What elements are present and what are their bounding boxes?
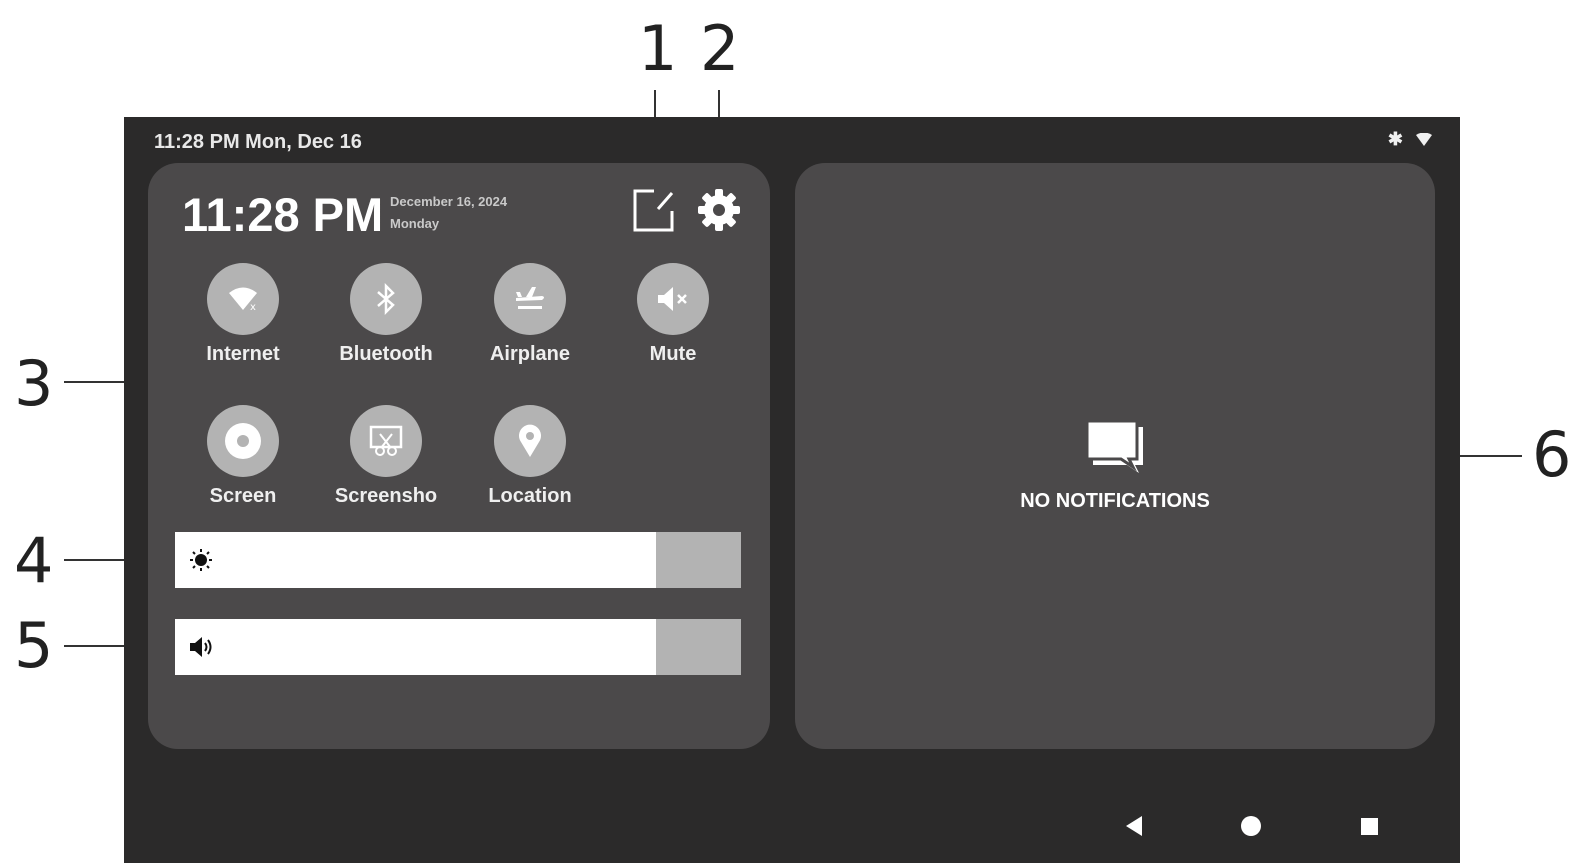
volume-icon [190, 637, 212, 657]
location-icon [519, 424, 541, 457]
location-tile-button[interactable] [494, 405, 566, 477]
screenshot-icon [369, 425, 403, 456]
status-bar-time-date: 11:28 PM Mon, Dec 16 [154, 131, 362, 153]
bluetooth-tile-button[interactable] [350, 263, 422, 335]
notification-bubble-icon [1085, 419, 1143, 473]
home-icon[interactable] [1236, 811, 1266, 841]
callout-6: 6 [1532, 418, 1572, 491]
edit-icon[interactable] [632, 187, 676, 233]
tile-bluetooth[interactable]: Bluetooth [316, 263, 456, 366]
svg-text:x: x [250, 302, 256, 312]
bluetooth-icon [377, 283, 395, 315]
callout-3: 3 [14, 347, 54, 420]
status-bar-icons: ✱ [1388, 129, 1432, 150]
screenshot-tile-button[interactable] [350, 405, 422, 477]
callout-2: 2 [700, 12, 740, 85]
tile-location[interactable]: Location [460, 405, 600, 508]
tile-label: Internet [206, 343, 280, 365]
tile-airplane[interactable]: Airplane [460, 263, 600, 366]
tile-mute[interactable]: Mute [603, 263, 743, 366]
tablet-screen: 11:28 PM Mon, Dec 16 ✱ 11:28 PM December… [124, 117, 1460, 863]
airplane-tile-button[interactable] [494, 263, 566, 335]
airplane-icon [516, 287, 544, 309]
notification-panel: NO NOTIFICATIONS [795, 163, 1435, 749]
quick-settings-clock: 11:28 PM [182, 188, 384, 241]
tile-screen-record[interactable]: Screen [173, 405, 313, 508]
back-icon[interactable] [1120, 811, 1150, 841]
callout-4: 4 [14, 524, 54, 597]
wifi-icon [1416, 132, 1432, 147]
volume-slider[interactable] [175, 619, 741, 675]
weekday-text: Monday [390, 216, 440, 231]
tile-label: Location [488, 485, 572, 507]
mute-icon [658, 287, 687, 311]
tile-screenshot[interactable]: Screensho [316, 405, 456, 508]
tile-label: Mute [649, 343, 697, 365]
tile-label: Bluetooth [339, 343, 433, 365]
tile-label: Screensho [334, 485, 438, 507]
screen-record-tile-button[interactable] [207, 405, 279, 477]
callout-5: 5 [14, 609, 54, 682]
quick-settings-date: December 16, 2024 Monday [390, 191, 507, 235]
bluetooth-icon: ✱ [1387, 129, 1407, 149]
mute-tile-button[interactable] [637, 263, 709, 335]
brightness-slider[interactable] [175, 532, 741, 588]
volume-slider-fill [175, 619, 657, 675]
recents-icon[interactable] [1354, 811, 1384, 841]
date-text: December 16, 2024 [390, 194, 508, 209]
internet-tile-button[interactable]: x [207, 263, 279, 335]
tile-label: Airplane [489, 343, 571, 365]
quick-settings-panel: 11:28 PM December 16, 2024 Monday x Inte… [148, 163, 770, 749]
no-notifications-text: NO NOTIFICATIONS [1020, 490, 1210, 512]
tile-internet[interactable]: x Internet [173, 263, 313, 366]
brightness-slider-fill [175, 532, 657, 588]
brightness-icon [190, 549, 212, 571]
settings-gear-icon[interactable] [696, 187, 742, 233]
callout-1: 1 [638, 12, 678, 85]
screen-record-icon [225, 423, 261, 459]
tile-label: Screen [209, 485, 277, 507]
wifi-icon: x [229, 287, 257, 312]
